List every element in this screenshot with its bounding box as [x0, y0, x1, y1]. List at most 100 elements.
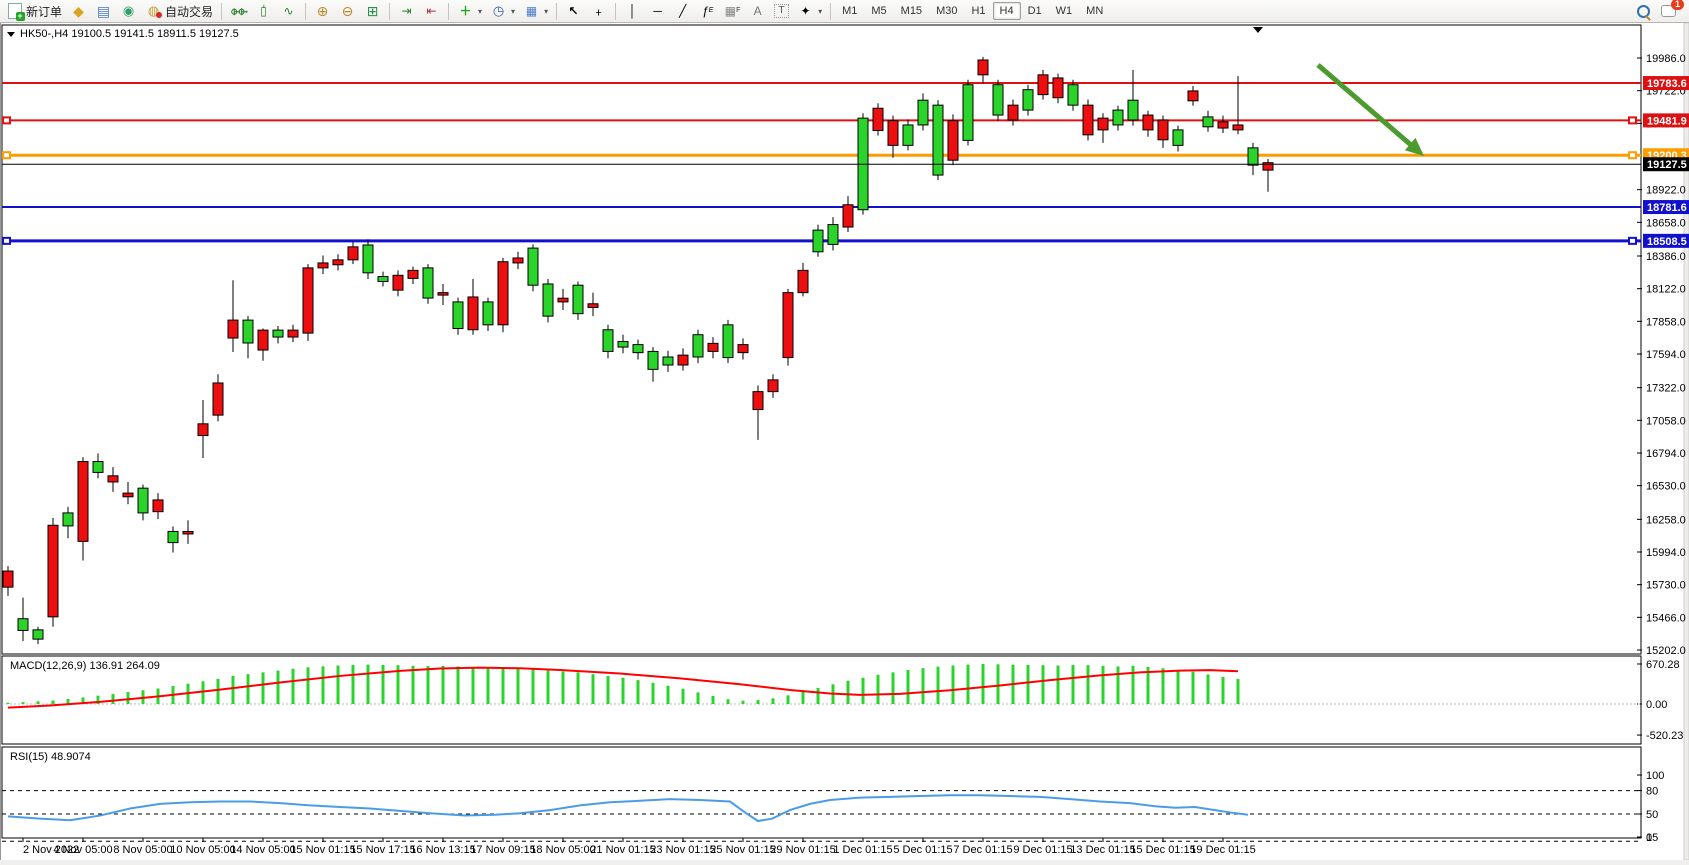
- candle: [1233, 125, 1243, 130]
- timeframe-M5[interactable]: M5: [864, 2, 893, 20]
- candle: [348, 247, 358, 260]
- trendline-icon: ╱: [674, 3, 691, 19]
- text-button[interactable]: A: [745, 0, 770, 22]
- candle: [708, 343, 718, 351]
- candle: [1218, 122, 1228, 128]
- candle: [198, 424, 208, 436]
- fibonacci-icon: ƒE: [699, 3, 716, 19]
- candle: [498, 262, 508, 325]
- candle: [663, 357, 673, 365]
- candlestick-chart-button[interactable]: ▯̍: [251, 0, 276, 22]
- candle: [723, 325, 733, 358]
- new-order-icon: +: [6, 3, 23, 19]
- candle: [423, 268, 433, 298]
- timeframe-MN[interactable]: MN: [1079, 2, 1110, 20]
- auto-scroll-icon: ⇥: [398, 3, 415, 19]
- candlestick-chart-icon: ▯̍: [255, 3, 272, 19]
- chevron-down-icon: ▾: [544, 7, 548, 16]
- fibonacci-button[interactable]: ƒE: [695, 0, 720, 22]
- price-tick-label: 17058.0: [1646, 415, 1686, 427]
- text-icon: A: [749, 3, 766, 19]
- zoom-out-button[interactable]: ⊖: [335, 0, 360, 22]
- time-tick-label: 25 Nov 01:15: [710, 844, 775, 856]
- terminal-window-button[interactable]: ▤: [91, 0, 116, 22]
- candle: [1008, 105, 1018, 120]
- level-marker[interactable]: [1629, 152, 1636, 158]
- zoom-in-button[interactable]: ⊕: [310, 0, 335, 22]
- price-tick-label: 16794.0: [1646, 448, 1686, 460]
- candle: [573, 285, 583, 313]
- level-marker[interactable]: [3, 152, 10, 158]
- price-tick-label: 18658.0: [1646, 217, 1686, 229]
- auto-scroll-button[interactable]: ⇥: [394, 0, 419, 22]
- search-button[interactable]: [1631, 0, 1656, 22]
- level-marker[interactable]: [3, 117, 10, 123]
- candle: [513, 258, 523, 263]
- cursor-button[interactable]: ↖: [561, 0, 586, 22]
- macd-tick-label: 0.00: [1646, 699, 1667, 711]
- chart-shift-button[interactable]: ⇤: [419, 0, 444, 22]
- timeframe-M1[interactable]: M1: [835, 2, 864, 20]
- level-marker[interactable]: [1629, 117, 1636, 123]
- candle: [78, 462, 88, 542]
- level-marker[interactable]: [3, 238, 10, 244]
- fibo-grid-button[interactable]: ▦F: [720, 0, 745, 22]
- level-marker[interactable]: [1629, 238, 1636, 244]
- candle: [873, 108, 883, 130]
- candle: [678, 355, 688, 365]
- auto-trading-button[interactable]: ◍ 自动交易: [141, 0, 217, 22]
- tile-windows-button[interactable]: ⊞: [360, 0, 385, 22]
- line-chart-button[interactable]: ∿: [276, 0, 301, 22]
- crosshair-button[interactable]: ﹢: [586, 0, 611, 22]
- candle: [558, 298, 568, 302]
- candle: [888, 121, 898, 146]
- text-label-button[interactable]: T: [770, 0, 793, 22]
- notifications-button[interactable]: 1: [1656, 0, 1681, 22]
- price-tick-label: 17858.0: [1646, 316, 1686, 328]
- candle: [138, 488, 148, 513]
- timeframe-M15[interactable]: M15: [894, 2, 929, 20]
- timeframe-H1[interactable]: H1: [964, 2, 992, 20]
- line-chart-icon: ∿: [280, 3, 297, 19]
- candle: [1038, 75, 1048, 95]
- timeframe-D1[interactable]: D1: [1021, 2, 1049, 20]
- candle: [903, 125, 913, 145]
- chart-shift-icon: ⇤: [423, 3, 440, 19]
- expert-advisor-icon: ◉: [120, 3, 137, 19]
- timeframe-M30[interactable]: M30: [929, 2, 964, 20]
- time-tick-label: 23 Nov 01:15: [650, 844, 715, 856]
- candle: [603, 330, 613, 352]
- gold-pyramid-icon: ◆: [70, 3, 87, 19]
- toolbar-separator: [221, 3, 222, 20]
- timeframe-W1[interactable]: W1: [1049, 2, 1080, 20]
- candle: [1173, 130, 1183, 145]
- periods-button[interactable]: ◷▾: [486, 0, 519, 22]
- vertical-line-button[interactable]: │: [620, 0, 645, 22]
- candle: [618, 342, 628, 348]
- candle: [768, 380, 778, 392]
- candle: [1248, 148, 1258, 165]
- expert-advisor-button[interactable]: ◉: [116, 0, 141, 22]
- toolbar-separator: [389, 3, 390, 20]
- arrows-button[interactable]: ✦▾: [793, 0, 826, 22]
- candle: [813, 230, 823, 252]
- bar-chart-icon: ⌱⌱: [230, 3, 247, 19]
- timeframe-H4[interactable]: H4: [993, 2, 1021, 20]
- candle: [378, 277, 388, 282]
- horizontal-line-button[interactable]: ─: [645, 0, 670, 22]
- indicators-button[interactable]: ＋▾: [453, 0, 486, 22]
- trendline-button[interactable]: ╱: [670, 0, 695, 22]
- candle: [693, 335, 703, 357]
- candle: [528, 248, 538, 285]
- bar-chart-button[interactable]: ⌱⌱: [226, 0, 251, 22]
- gold-pyramid-button[interactable]: ◆: [66, 0, 91, 22]
- candle: [948, 121, 958, 161]
- new-order-button[interactable]: + 新订单: [2, 0, 66, 22]
- templates-button[interactable]: ▦▾: [519, 0, 552, 22]
- chart-canvas[interactable]: 19986.019722.019458.018922.018658.018386…: [0, 23, 1689, 860]
- time-tick-label: 14 Nov 05:00: [230, 844, 295, 856]
- candle: [408, 270, 418, 278]
- time-tick-label: 5 Dec 01:15: [893, 844, 952, 856]
- candle: [48, 525, 58, 617]
- macd-tick-label: -520.23: [1646, 730, 1683, 742]
